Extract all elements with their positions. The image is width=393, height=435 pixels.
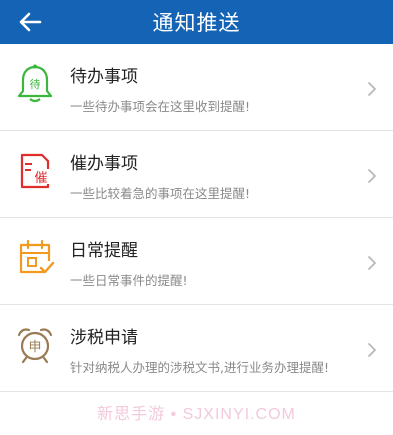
chevron-right-icon <box>368 82 376 96</box>
list-item-todo[interactable]: 待 待办事项 一些待办事项会在这里收到提醒! <box>0 44 393 131</box>
item-label: 涉税申请 <box>70 328 138 348</box>
svg-text:申: 申 <box>28 340 41 355</box>
chevron-right-icon <box>368 343 376 357</box>
chevron-right-icon <box>368 169 376 183</box>
svg-text:催: 催 <box>34 171 47 186</box>
item-description: 一些比较着急的事项在这里提醒! <box>70 186 251 201</box>
watermark: 新思手游 • SJXINYI.COM <box>97 406 296 423</box>
item-description: 针对纳税人办理的涉税文书,进行业务办理提醒! <box>70 360 329 375</box>
header-bar: 通知推送 <box>0 0 393 44</box>
item-label: 待办事项 <box>70 67 138 87</box>
svg-text:待: 待 <box>30 77 41 91</box>
chevron-right-icon <box>368 256 376 270</box>
alarm-clock-icon: 申 <box>17 328 53 364</box>
calendar-check-icon <box>19 239 55 274</box>
item-label: 催办事项 <box>70 154 138 174</box>
item-description: 一些待办事项会在这里收到提醒! <box>70 99 251 114</box>
arrow-left-icon <box>19 12 42 32</box>
page-title: 通知推送 <box>152 11 241 35</box>
document-urge-icon: 催 <box>20 153 51 189</box>
list-item-tax[interactable]: 申 涉税申请 针对纳税人办理的涉税文书,进行业务办理提醒! <box>0 305 393 392</box>
item-label: 日常提醒 <box>70 241 138 261</box>
back-button[interactable] <box>12 6 48 38</box>
list-item-urge[interactable]: 催 催办事项 一些比较着急的事项在这里提醒! <box>0 131 393 218</box>
bell-icon: 待 <box>17 64 53 103</box>
notification-list: 待 待办事项 一些待办事项会在这里收到提醒! 催 催办事项 一些比较着急的事项在… <box>0 44 393 392</box>
list-item-daily[interactable]: 日常提醒 一些日常事件的提醒! <box>0 218 393 305</box>
item-description: 一些日常事件的提醒! <box>70 273 188 288</box>
